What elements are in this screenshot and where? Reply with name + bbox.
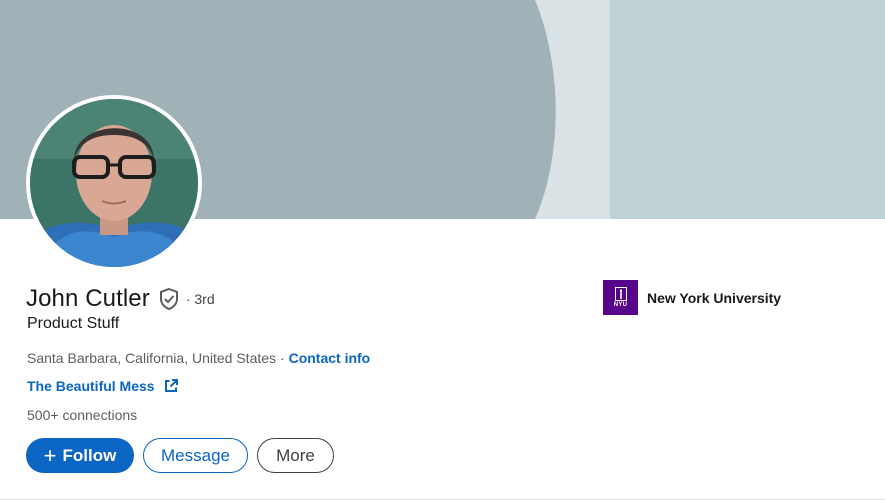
torch-icon	[614, 287, 627, 301]
verified-shield-icon[interactable]	[158, 287, 180, 311]
message-button[interactable]: Message	[143, 438, 248, 473]
plus-icon: +	[43, 442, 57, 468]
education-link[interactable]: NYU New York University	[603, 280, 781, 315]
follow-button[interactable]: + Follow	[26, 438, 134, 473]
external-link-icon	[163, 378, 179, 394]
connections-label: connections	[62, 407, 138, 423]
profile-location: Santa Barbara, California, United States…	[27, 350, 285, 366]
nyu-logo-text: NYU	[613, 302, 628, 308]
connections-number: 500+	[27, 407, 59, 423]
nyu-logo: NYU	[603, 280, 638, 315]
website-link[interactable]: The Beautiful Mess	[27, 378, 155, 394]
contact-info-link[interactable]: Contact info	[289, 350, 371, 366]
profile-headline: Product Stuff	[27, 315, 120, 332]
name-row: John Cutler · 3rd	[26, 283, 215, 315]
profile-card: John Cutler · 3rd Product Stuff Santa Ba…	[0, 0, 885, 500]
education-name: New York University	[647, 289, 782, 306]
profile-actions: + Follow Message More	[26, 438, 334, 473]
profile-name: John Cutler	[26, 285, 150, 312]
location-row: Santa Barbara, California, United States…	[27, 350, 370, 366]
follow-label: Follow	[62, 445, 117, 465]
connections-count: 500+ connections	[27, 407, 137, 423]
website-row[interactable]: The Beautiful Mess	[27, 378, 179, 394]
connection-degree: · 3rd	[185, 291, 215, 307]
more-button[interactable]: More	[257, 438, 334, 473]
profile-photo[interactable]	[26, 95, 202, 271]
